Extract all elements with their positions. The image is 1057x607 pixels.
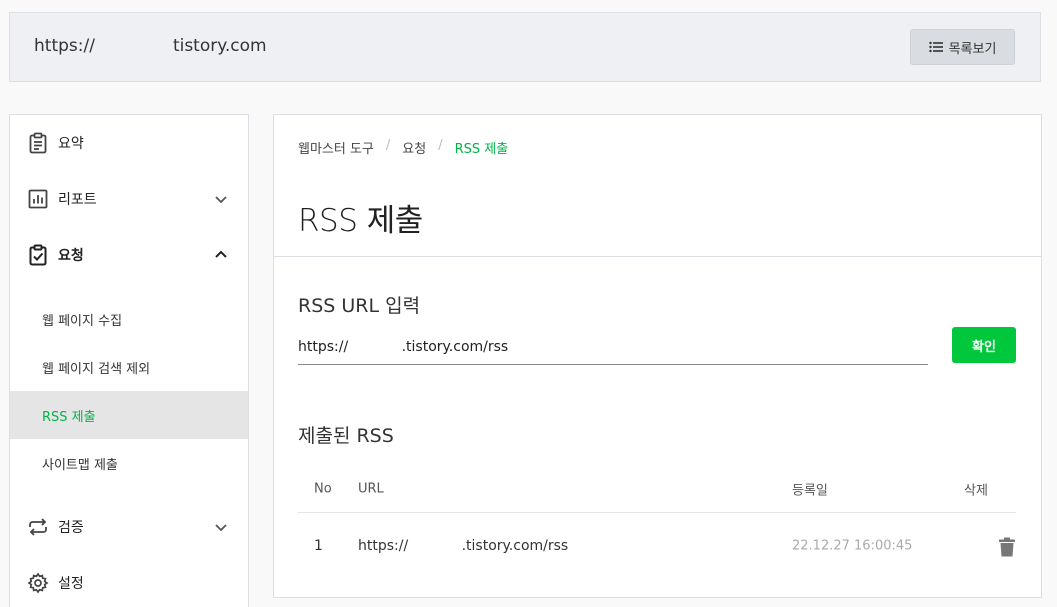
chevron-down-icon <box>215 196 227 204</box>
row-date: 22.12.27 16:00:45 <box>792 538 913 554</box>
submitted-rss-label: 제출된 RSS <box>298 425 394 447</box>
sidebar-item-label: 요약 <box>58 136 84 152</box>
page-title: RSS 제출 <box>298 203 423 239</box>
rss-url-input[interactable] <box>298 329 928 365</box>
sidebar-subitem-web-page-exclude[interactable]: 웹 페이지 검색 제외 <box>10 343 248 391</box>
sidebar-item-verify[interactable]: 검증 <box>10 507 248 547</box>
sidebar-subitem-sitemap-submit[interactable]: 사이트맵 제출 <box>10 439 248 487</box>
sidebar-item-label: 설정 <box>58 576 84 592</box>
repeat-icon <box>29 518 47 536</box>
column-header-delete: 삭제 <box>964 483 988 498</box>
clipboard-icon <box>29 132 47 154</box>
sidebar-subitem-web-page-collect[interactable]: 웹 페이지 수집 <box>10 295 248 343</box>
breadcrumb-separator: / <box>438 138 443 153</box>
list-view-button[interactable]: 목록보기 <box>910 29 1015 65</box>
column-header-date: 등록일 <box>792 483 828 498</box>
sidebar-item-label: 리포트 <box>58 192 97 208</box>
column-header-no: No <box>314 481 332 496</box>
row-url: https:// .tistory.com/rss <box>358 538 569 554</box>
rss-url-label: RSS URL 입력 <box>298 295 421 317</box>
sidebar-item-report[interactable]: 리포트 <box>10 179 248 219</box>
row-no: 1 <box>314 538 323 554</box>
breadcrumb: 웹마스터 도구 / 요청 / RSS 제출 <box>298 138 508 157</box>
sidebar-item-summary[interactable]: 요약 <box>10 123 248 163</box>
clipboard-check-icon <box>29 244 47 266</box>
gear-icon <box>27 572 49 594</box>
list-view-label: 목록보기 <box>948 41 997 57</box>
main-panel: 웹마스터 도구 / 요청 / RSS 제출 RSS 제출 RSS URL 입력 … <box>273 114 1042 598</box>
column-header-url: URL <box>358 481 384 496</box>
confirm-button[interactable]: 확인 <box>952 327 1016 363</box>
site-bar: https:// tistory.com 목록보기 <box>9 12 1041 82</box>
table-row: 1 https:// .tistory.com/rss 22.12.27 16:… <box>298 513 1016 579</box>
breadcrumb-item[interactable]: 웹마스터 도구 <box>298 138 374 157</box>
breadcrumb-item[interactable]: 요청 <box>402 138 426 157</box>
sidebar-subitem-label: 웹 페이지 검색 제외 <box>42 361 151 377</box>
site-url-suffix: tistory.com <box>172 36 267 56</box>
sidebar: 요약 리포트 요청 웹 페이지 수집 웹 페이지 검색 제외 RSS 제출 사이… <box>9 114 249 607</box>
table-header: No URL 등록일 삭제 <box>298 465 1016 513</box>
site-url: https:// tistory.com <box>34 36 267 56</box>
sidebar-subitem-rss-submit[interactable]: RSS 제출 <box>10 391 248 439</box>
chevron-down-icon <box>215 524 227 532</box>
sidebar-subitem-label: RSS 제출 <box>42 409 96 425</box>
breadcrumb-separator: / <box>385 138 391 153</box>
sidebar-item-label: 검증 <box>58 520 84 536</box>
sidebar-item-settings[interactable]: 설정 <box>10 563 248 603</box>
breadcrumb-current: RSS 제출 <box>454 142 509 157</box>
divider <box>274 256 1041 257</box>
chart-icon <box>28 189 48 209</box>
sidebar-item-request[interactable]: 요청 <box>10 235 248 275</box>
chevron-up-icon <box>215 250 227 258</box>
sidebar-subitem-label: 사이트맵 제출 <box>42 457 118 473</box>
site-url-prefix: https:// <box>34 36 95 56</box>
sidebar-subitem-label: 웹 페이지 수집 <box>42 313 123 329</box>
list-icon <box>928 41 943 53</box>
trash-icon[interactable] <box>998 537 1016 557</box>
sidebar-item-label: 요청 <box>58 248 84 264</box>
